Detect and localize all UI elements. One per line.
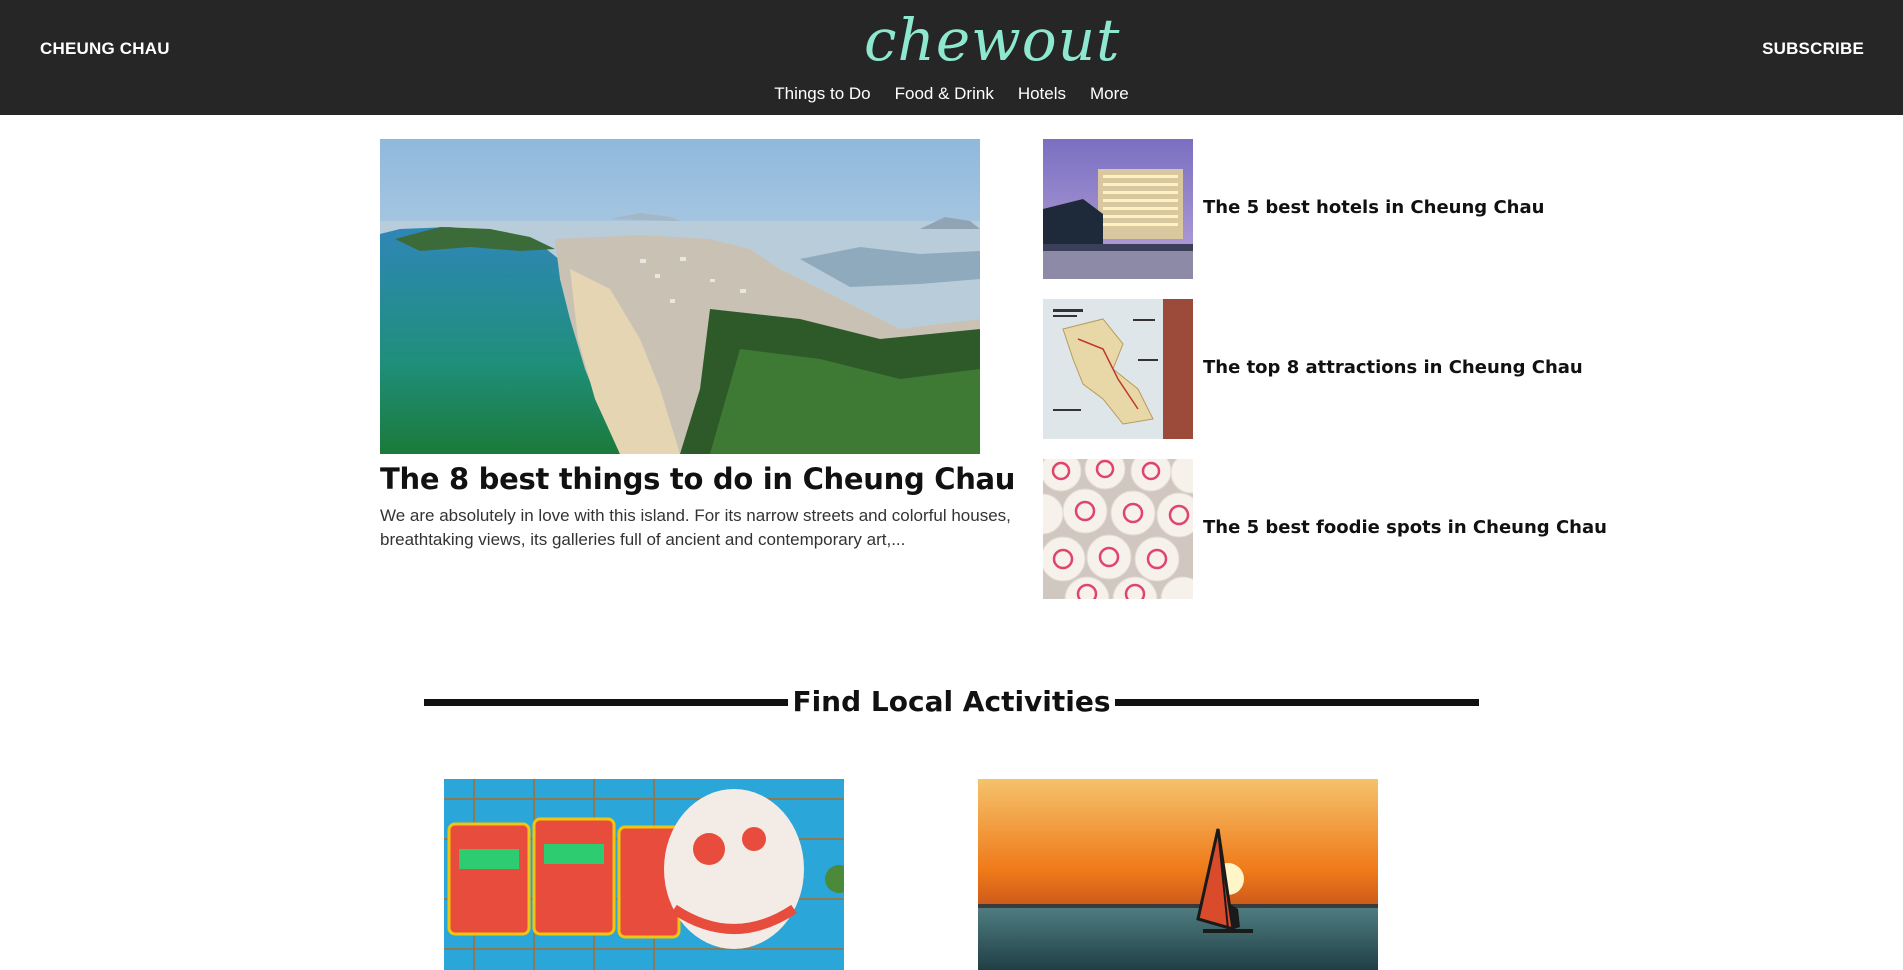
- nav-food-drink[interactable]: Food & Drink: [895, 84, 994, 104]
- map-thumbnail[interactable]: [1043, 299, 1193, 439]
- activity-card-windsurfing[interactable]: [978, 779, 1378, 970]
- site-header: CHEUNG CHAU chewout SUBSCRIBE Things to …: [0, 0, 1903, 115]
- hotel-thumbnail[interactable]: [1043, 139, 1193, 279]
- location-link[interactable]: CHEUNG CHAU: [40, 39, 170, 59]
- featured-article-title[interactable]: The 8 best things to do in Cheung Chau: [380, 462, 1020, 496]
- subscribe-button[interactable]: SUBSCRIBE: [1762, 39, 1864, 59]
- featured-article-image[interactable]: [380, 139, 980, 454]
- side-article[interactable]: The top 8 attractions in Cheung Chau: [1043, 299, 1583, 439]
- activity-card-festival[interactable]: [444, 779, 844, 970]
- main-nav: Things to Do Food & Drink Hotels More: [0, 84, 1903, 104]
- side-article-title[interactable]: The top 8 attractions in Cheung Chau: [1203, 357, 1583, 378]
- featured-article-excerpt: We are absolutely in love with this isla…: [380, 506, 1011, 549]
- nav-things-to-do[interactable]: Things to Do: [774, 84, 870, 104]
- side-article[interactable]: The 5 best foodie spots in Cheung Chau: [1043, 459, 1607, 599]
- heading-rule: [1115, 699, 1479, 706]
- side-article-title[interactable]: The 5 best hotels in Cheung Chau: [1203, 197, 1544, 218]
- nav-more[interactable]: More: [1090, 84, 1129, 104]
- chewout-logo[interactable]: chewout: [864, 4, 1119, 76]
- heading-rule: [424, 699, 788, 706]
- buns-thumbnail[interactable]: [1043, 459, 1193, 599]
- nav-hotels[interactable]: Hotels: [1018, 84, 1066, 104]
- side-article[interactable]: The 5 best hotels in Cheung Chau: [1043, 139, 1563, 279]
- side-article-title[interactable]: The 5 best foodie spots in Cheung Chau: [1203, 517, 1607, 538]
- find-local-activities-heading: Find Local Activities: [424, 682, 1479, 722]
- section-title: Find Local Activities: [792, 685, 1111, 718]
